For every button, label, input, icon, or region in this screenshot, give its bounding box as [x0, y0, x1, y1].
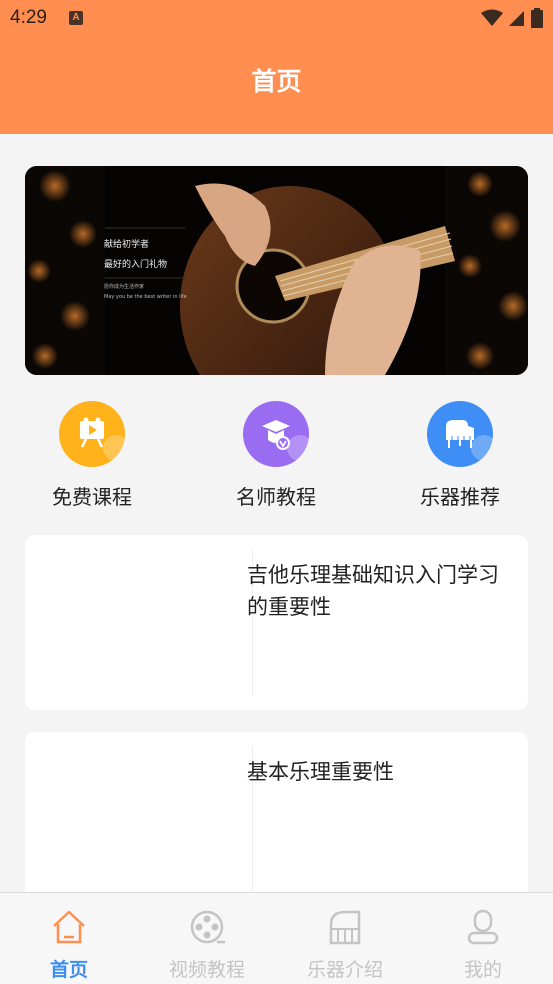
guitar-banner-image: [25, 166, 528, 375]
teacher-icon: [243, 401, 309, 467]
tab-label: 乐器介绍: [306, 959, 383, 981]
tab-label: 视频教程: [168, 959, 245, 981]
banner-carousel[interactable]: 献给初学者 最好的入门礼物 愿你成为生活作家 May you be the be…: [25, 166, 528, 375]
notification-a-icon: A: [68, 11, 83, 25]
banner-headline-2: 最好的入门礼物: [104, 260, 168, 270]
quick-label: 乐器推荐: [420, 485, 500, 509]
quick-instrument-picks[interactable]: 乐器推荐: [390, 397, 530, 510]
quick-famous-teachers[interactable]: 名师教程: [206, 397, 346, 510]
banner-subline-2: May you be the best writer in life: [104, 294, 187, 300]
tab-home[interactable]: 首页: [0, 893, 138, 984]
quick-entry-row: 免费课程 名师教程 乐器推荐: [0, 397, 553, 512]
article-thumbnail: [40, 549, 253, 696]
cellular-signal-icon: [509, 11, 524, 26]
banner-headline-1: 献给初学者: [104, 240, 150, 250]
status-icons: [481, 8, 543, 28]
page-title: 首页: [251, 67, 302, 96]
tab-profile[interactable]: 我的: [414, 893, 552, 984]
video-course-icon: [59, 401, 125, 467]
article-card[interactable]: 吉他乐理基础知识入门学习的重要性: [25, 535, 528, 710]
tab-label: 首页: [49, 959, 88, 981]
piano-icon: [427, 401, 493, 467]
tab-video-tutorials[interactable]: 视频教程: [138, 893, 276, 984]
profile-icon: [467, 909, 499, 945]
status-bar: 4:29 A: [0, 0, 553, 36]
article-title: 基本乐理重要性: [247, 760, 394, 784]
banner-subline-1: 愿你成为生活作家: [104, 284, 145, 290]
status-time: 4:29: [10, 7, 47, 28]
article-thumbnail: [40, 746, 253, 893]
app-header: 首页: [0, 36, 553, 134]
article-card[interactable]: 基本乐理重要性: [25, 732, 528, 907]
quick-free-courses[interactable]: 免费课程: [22, 397, 162, 510]
bottom-tab-bar: 首页 视频教程 乐器介绍 我的: [0, 892, 553, 984]
battery-icon: [531, 8, 543, 28]
wifi-icon: [481, 9, 503, 26]
film-reel-icon: [190, 910, 225, 944]
tab-instrument-intro[interactable]: 乐器介绍: [276, 893, 414, 984]
quick-label: 免费课程: [52, 485, 132, 509]
article-title: 吉他乐理基础知识入门学习的重要性: [247, 563, 499, 619]
tab-label: 我的: [463, 959, 502, 981]
home-icon: [53, 910, 85, 944]
quick-label: 名师教程: [236, 485, 316, 509]
piano-keys-icon: [329, 910, 361, 945]
